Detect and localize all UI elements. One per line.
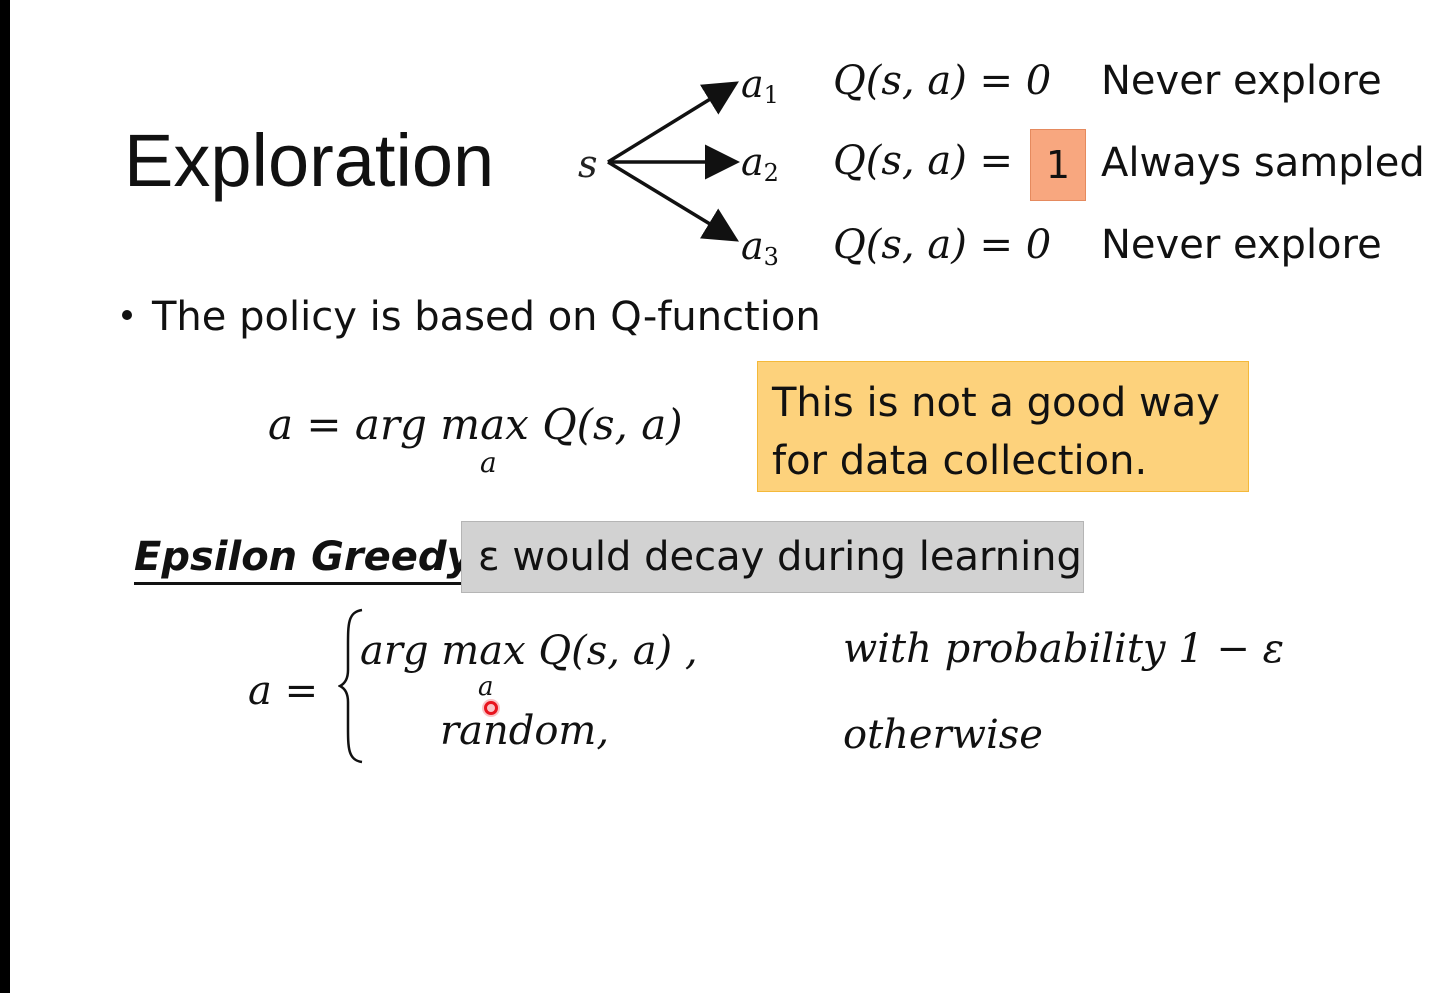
policy-formula: a = arg max Q(s, a) bbox=[268, 400, 683, 449]
action-a3: a3 bbox=[741, 224, 779, 271]
decay-note-box: ε would decay during learning bbox=[461, 521, 1084, 593]
case-random: random, bbox=[440, 708, 610, 754]
bullet-text: The policy is based on Q-function bbox=[152, 294, 821, 340]
slide: Exploration s a1 Q(s, a) = 0 Never explo… bbox=[10, 0, 1429, 993]
policy-formula-subscript: a bbox=[480, 446, 497, 479]
epsilon-greedy-title: Epsilon Greedy bbox=[134, 534, 473, 585]
label-a2: Always sampled bbox=[1101, 140, 1425, 186]
q-expr-a3: Q(s, a) = 0 bbox=[833, 222, 1052, 268]
label-a1: Never explore bbox=[1101, 58, 1382, 104]
arrow-to-a1 bbox=[607, 81, 739, 164]
bullet-policy: The policy is based on Q-function bbox=[122, 294, 821, 340]
label-a3: Never explore bbox=[1101, 222, 1382, 268]
action-a2: a2 bbox=[741, 140, 779, 187]
condition-otherwise: otherwise bbox=[843, 712, 1043, 758]
case-argmax: arg max Q(s, a) , bbox=[360, 628, 698, 674]
bullet-dot bbox=[122, 310, 132, 320]
pointer-cursor-icon bbox=[482, 699, 500, 717]
condition-probability: with probability 1 − ε bbox=[843, 626, 1285, 672]
arrow-to-a3 bbox=[607, 160, 739, 242]
q-expr-a1: Q(s, a) = 0 bbox=[833, 58, 1052, 104]
note-box: This is not a good way for data collecti… bbox=[757, 361, 1249, 492]
highlighted-q-value: 1 bbox=[1030, 129, 1086, 201]
q-expr-a2: Q(s, a) = bbox=[833, 138, 1014, 184]
action-a1: a1 bbox=[741, 62, 779, 109]
piecewise-lhs: a = bbox=[248, 668, 319, 714]
